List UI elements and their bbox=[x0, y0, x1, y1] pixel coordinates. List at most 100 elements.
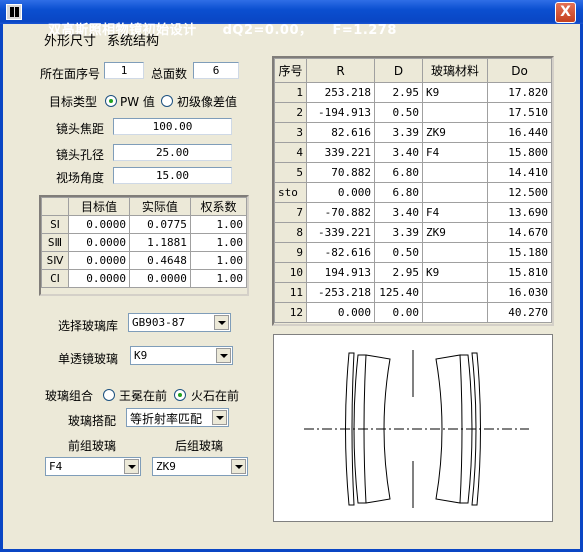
close-button[interactable]: X bbox=[555, 2, 576, 23]
glass-cell[interactable] bbox=[422, 182, 488, 203]
weight-cell[interactable]: 1.00 bbox=[189, 233, 248, 252]
weight-cell[interactable]: 1.00 bbox=[189, 215, 248, 234]
thickness-cell[interactable]: 3.39 bbox=[374, 222, 423, 243]
glass-cell[interactable] bbox=[422, 162, 488, 183]
weight-cell[interactable]: 1.00 bbox=[189, 251, 248, 270]
target-cell[interactable]: 0.0000 bbox=[68, 215, 130, 234]
glass-cell[interactable]: F4 bbox=[422, 142, 488, 163]
diameter-cell[interactable]: 12.500 bbox=[487, 182, 552, 203]
glass-library-select[interactable]: GB903-87 bbox=[128, 313, 231, 332]
thickness-cell[interactable]: 0.00 bbox=[374, 302, 423, 323]
radio-crown-front[interactable] bbox=[103, 389, 115, 401]
diameter-cell[interactable]: 16.030 bbox=[487, 282, 552, 303]
diameter-cell[interactable]: 15.180 bbox=[487, 242, 552, 263]
diameter-cell[interactable]: 15.800 bbox=[487, 142, 552, 163]
front-group-value: F4 bbox=[49, 460, 63, 473]
aperture-label: 镜头孔径 bbox=[56, 148, 105, 162]
radius-cell[interactable]: 82.616 bbox=[306, 122, 375, 143]
aberration-table: 目标值 实际值 权系数 SⅠ 0.0000 0.0775 1.00 SⅢ 0.0… bbox=[41, 197, 248, 288]
radius-cell[interactable]: 0.000 bbox=[306, 182, 375, 203]
radius-cell[interactable]: 339.221 bbox=[306, 142, 375, 163]
aperture-input[interactable]: 25.00 bbox=[113, 144, 232, 161]
thickness-cell[interactable]: 2.95 bbox=[374, 262, 423, 283]
diameter-cell[interactable]: 17.820 bbox=[487, 82, 552, 103]
total-surfaces-label: 总面数 bbox=[151, 67, 188, 81]
radio-flint-front[interactable] bbox=[174, 389, 186, 401]
status-f: F=1.278 bbox=[332, 23, 397, 38]
glass-cell[interactable] bbox=[422, 302, 488, 323]
radio-primary-aberration[interactable] bbox=[161, 95, 173, 107]
radius-cell[interactable]: -70.882 bbox=[306, 202, 375, 223]
glass-cell[interactable]: F4 bbox=[422, 202, 488, 223]
glass-match-select[interactable]: 等折射率匹配 bbox=[126, 408, 229, 427]
glass-cell[interactable]: K9 bbox=[422, 262, 488, 283]
thickness-cell[interactable]: 2.95 bbox=[374, 82, 423, 103]
radius-cell[interactable]: -253.218 bbox=[306, 282, 375, 303]
focal-length-input[interactable]: 100.00 bbox=[113, 118, 232, 135]
radius-cell[interactable]: 0.000 bbox=[306, 302, 375, 323]
index-cell: 5 bbox=[274, 162, 307, 183]
radius-cell[interactable]: 253.218 bbox=[306, 82, 375, 103]
diameter-cell[interactable]: 14.410 bbox=[487, 162, 552, 183]
table-row: 2 -194.913 0.50 17.510 bbox=[274, 102, 552, 123]
thickness-cell[interactable]: 3.40 bbox=[374, 142, 423, 163]
thickness-cell[interactable]: 0.50 bbox=[374, 102, 423, 123]
target-cell[interactable]: 0.0000 bbox=[68, 251, 130, 270]
chevron-down-icon[interactable] bbox=[231, 459, 246, 474]
glass-cell[interactable]: K9 bbox=[422, 82, 488, 103]
front-group-select[interactable]: F4 bbox=[45, 457, 141, 476]
glass-match-value: 等折射率匹配 bbox=[130, 412, 203, 426]
focal-length-label: 镜头焦距 bbox=[56, 122, 105, 136]
radio-pw-label: PW 值 bbox=[120, 95, 155, 109]
target-cell[interactable]: 0.0000 bbox=[68, 233, 130, 252]
radius-cell[interactable]: -339.221 bbox=[306, 222, 375, 243]
diameter-cell[interactable]: 40.270 bbox=[487, 302, 552, 323]
thickness-cell[interactable]: 3.40 bbox=[374, 202, 423, 223]
radius-cell[interactable]: 194.913 bbox=[306, 262, 375, 283]
title-bar[interactable]: 双高斯照相物镜初始设计 dQ2=0.00， F=1.278 X bbox=[0, 0, 583, 38]
menu-system-structure[interactable]: 系统结构 bbox=[107, 30, 159, 49]
diameter-cell[interactable]: 17.510 bbox=[487, 102, 552, 123]
radius-cell[interactable]: -194.913 bbox=[306, 102, 375, 123]
menu-outline-size[interactable]: 外形尺寸 bbox=[44, 30, 96, 49]
thickness-cell[interactable]: 6.80 bbox=[374, 182, 423, 203]
thickness-cell[interactable]: 0.50 bbox=[374, 242, 423, 263]
glass-cell[interactable] bbox=[422, 282, 488, 303]
chevron-down-icon[interactable] bbox=[124, 459, 139, 474]
surface-number-label: 所在面序号 bbox=[40, 67, 101, 81]
thickness-cell[interactable]: 125.40 bbox=[374, 282, 423, 303]
table-row: 9 -82.616 0.50 15.180 bbox=[274, 242, 552, 263]
header-r: R bbox=[306, 58, 375, 83]
diameter-cell[interactable]: 14.670 bbox=[487, 222, 552, 243]
rear-group-select[interactable]: ZK9 bbox=[152, 457, 248, 476]
thickness-cell[interactable]: 6.80 bbox=[374, 162, 423, 183]
chevron-down-icon[interactable] bbox=[216, 348, 231, 363]
glass-cell[interactable]: ZK9 bbox=[422, 122, 488, 143]
diameter-cell[interactable]: 16.440 bbox=[487, 122, 552, 143]
surface-number-input[interactable]: 1 bbox=[104, 62, 144, 79]
row-header: CⅠ bbox=[41, 269, 69, 288]
rear-group-label: 后组玻璃 bbox=[175, 439, 224, 453]
diameter-cell[interactable]: 15.810 bbox=[487, 262, 552, 283]
radius-cell[interactable]: 70.882 bbox=[306, 162, 375, 183]
glass-cell[interactable]: ZK9 bbox=[422, 222, 488, 243]
thickness-cell[interactable]: 3.39 bbox=[374, 122, 423, 143]
field-angle-input[interactable]: 15.00 bbox=[113, 167, 232, 184]
radio-pw-value[interactable] bbox=[105, 95, 117, 107]
weight-cell[interactable]: 1.00 bbox=[189, 269, 248, 288]
diameter-cell[interactable]: 13.690 bbox=[487, 202, 552, 223]
target-cell[interactable]: 0.0000 bbox=[68, 269, 130, 288]
table-row: 4 339.221 3.40 F4 15.800 bbox=[274, 142, 552, 163]
radius-cell[interactable]: -82.616 bbox=[306, 242, 375, 263]
table-row: 10 194.913 2.95 K9 15.810 bbox=[274, 262, 552, 283]
single-lens-glass-select[interactable]: K9 bbox=[130, 346, 233, 365]
radio-primary-aberration-label: 初级像差值 bbox=[177, 95, 238, 109]
field-angle-label: 视场角度 bbox=[56, 171, 105, 185]
table-row: 5 70.882 6.80 14.410 bbox=[274, 162, 552, 183]
glass-cell[interactable] bbox=[422, 102, 488, 123]
chevron-down-icon[interactable] bbox=[214, 315, 229, 330]
chevron-down-icon[interactable] bbox=[212, 410, 227, 425]
glass-cell[interactable] bbox=[422, 242, 488, 263]
actual-cell: 1.1881 bbox=[128, 233, 191, 252]
total-surfaces-input[interactable]: 6 bbox=[193, 62, 239, 79]
